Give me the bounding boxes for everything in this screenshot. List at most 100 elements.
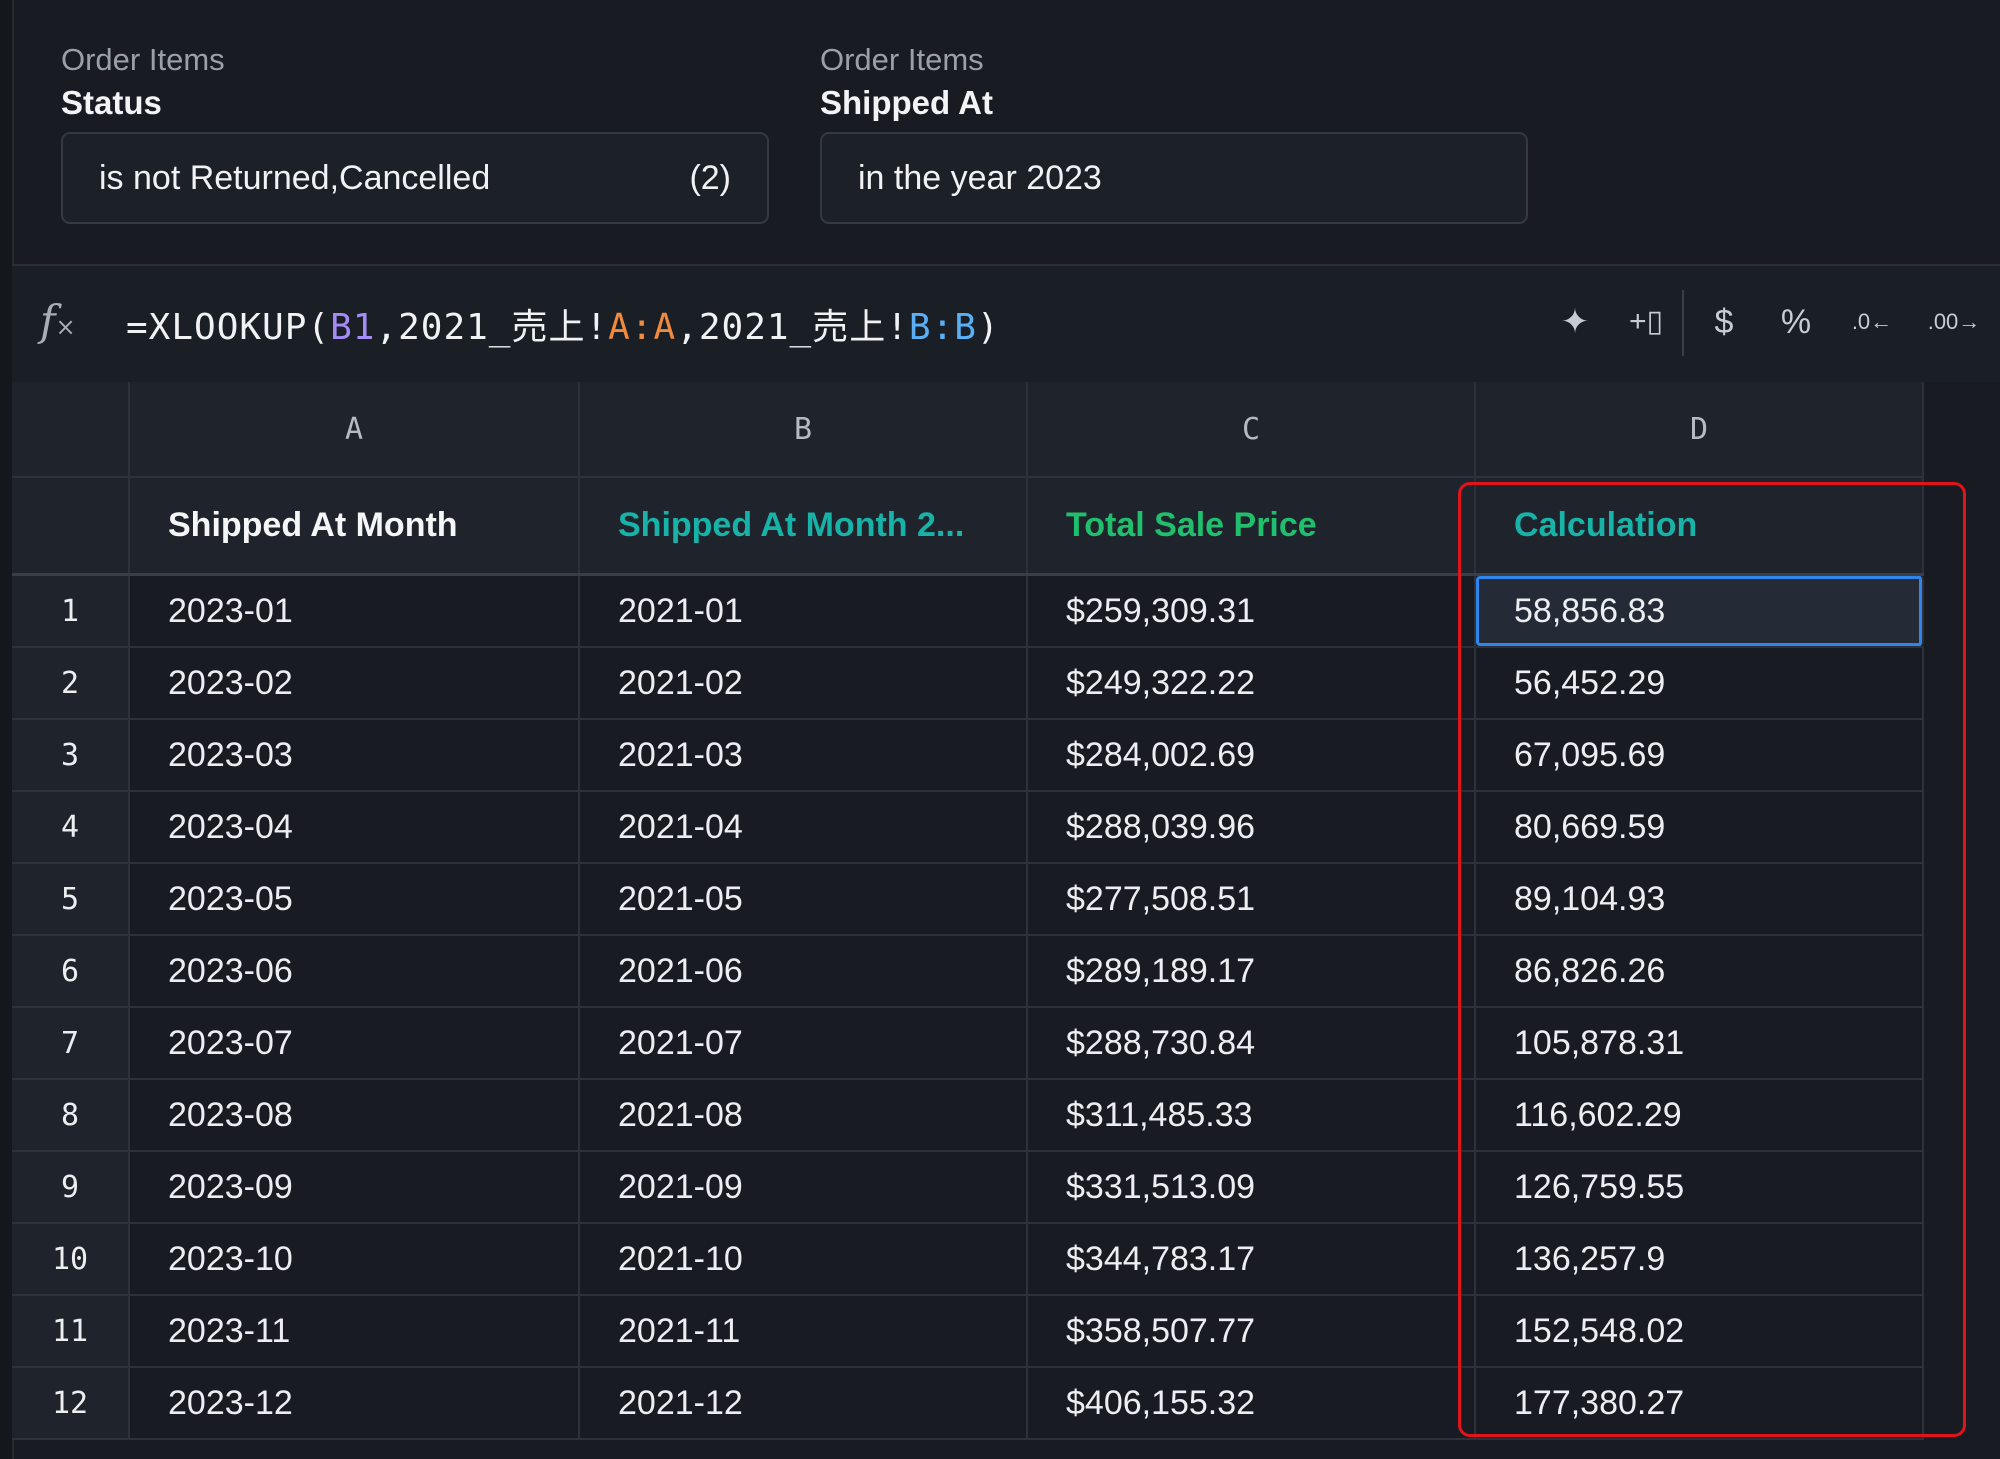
column-header-a[interactable]: A — [130, 382, 580, 476]
filter-status-value-box[interactable]: is not Returned,Cancelled (2) — [61, 132, 769, 224]
row-number[interactable]: 7 — [12, 1008, 130, 1078]
cell-d[interactable]: 105,878.31 — [1476, 1008, 1924, 1078]
table-row: 12 2023-12 2021-12 $406,155.32 177,380.27 — [12, 1368, 1924, 1440]
corner-cell[interactable] — [12, 382, 130, 476]
cell-a[interactable]: 2023-12 — [130, 1368, 580, 1438]
cell-c[interactable]: $358,507.77 — [1028, 1296, 1476, 1366]
cell-c[interactable]: $259,309.31 — [1028, 576, 1476, 646]
field-header-calculation[interactable]: Calculation — [1476, 478, 1924, 573]
field-header-total-sale-price[interactable]: Total Sale Price — [1028, 478, 1476, 573]
row-number[interactable]: 5 — [12, 864, 130, 934]
filter-value: is not Returned,Cancelled — [99, 159, 491, 197]
table-row: 7 2023-07 2021-07 $288,730.84 105,878.31 — [12, 1008, 1924, 1080]
percent-format-icon[interactable]: % — [1772, 294, 1820, 350]
cell-d[interactable]: 86,826.26 — [1476, 936, 1924, 1006]
cell-d[interactable]: 80,669.59 — [1476, 792, 1924, 862]
decrease-decimal-icon[interactable]: .0← — [1840, 294, 1904, 350]
currency-format-icon[interactable]: $ — [1700, 294, 1748, 350]
formula-bar: f× =XLOOKUP(B1,2021_売上!A:A,2021_売上!B:B) … — [12, 266, 2000, 382]
cell-d[interactable]: 67,095.69 — [1476, 720, 1924, 790]
cell-b[interactable]: 2021-11 — [580, 1296, 1028, 1366]
formula-ref-b1: B1 — [330, 307, 376, 348]
column-header-d[interactable]: D — [1476, 382, 1924, 476]
cell-a[interactable]: 2023-07 — [130, 1008, 580, 1078]
row-number[interactable]: 10 — [12, 1224, 130, 1294]
formula-input[interactable]: =XLOOKUP(B1,2021_売上!A:A,2021_売上!B:B) — [126, 298, 1000, 350]
cell-b[interactable]: 2021-07 — [580, 1008, 1028, 1078]
cell-a[interactable]: 2023-10 — [130, 1224, 580, 1294]
row-number[interactable]: 9 — [12, 1152, 130, 1222]
cell-c[interactable]: $344,783.17 — [1028, 1224, 1476, 1294]
cell-a[interactable]: 2023-05 — [130, 864, 580, 934]
cell-a[interactable]: 2023-11 — [130, 1296, 580, 1366]
table-row: 1 2023-01 2021-01 $259,309.31 58,856.83 — [12, 576, 1924, 648]
cell-d[interactable]: 58,856.83 — [1476, 576, 1924, 646]
cell-d[interactable]: 116,602.29 — [1476, 1080, 1924, 1150]
cell-d[interactable]: 136,257.9 — [1476, 1224, 1924, 1294]
cell-b[interactable]: 2021-09 — [580, 1152, 1028, 1222]
cell-c[interactable]: $288,730.84 — [1028, 1008, 1476, 1078]
filter-shipped-at-value-box[interactable]: in the year 2023 — [820, 132, 1528, 224]
cell-c[interactable]: $289,189.17 — [1028, 936, 1476, 1006]
row-number[interactable]: 11 — [12, 1296, 130, 1366]
cell-b[interactable]: 2021-08 — [580, 1080, 1028, 1150]
cell-c[interactable]: $331,513.09 — [1028, 1152, 1476, 1222]
cell-b[interactable]: 2021-06 — [580, 936, 1028, 1006]
insert-column-icon[interactable]: +▯ — [1618, 294, 1674, 350]
cell-b[interactable]: 2021-10 — [580, 1224, 1028, 1294]
cell-a[interactable]: 2023-04 — [130, 792, 580, 862]
increase-decimal-icon[interactable]: .00→ — [1914, 294, 1994, 350]
cell-d[interactable]: 56,452.29 — [1476, 648, 1924, 718]
formula-part: ,2021_売上! — [676, 307, 909, 348]
sparkle-icon[interactable]: ✦ — [1550, 294, 1600, 350]
field-header-row: Shipped At Month Shipped At Month 2... T… — [12, 478, 1924, 576]
cell-a[interactable]: 2023-08 — [130, 1080, 580, 1150]
cell-c[interactable]: $284,002.69 — [1028, 720, 1476, 790]
field-header-shipped-at-month[interactable]: Shipped At Month — [130, 478, 580, 573]
table-row: 9 2023-09 2021-09 $331,513.09 126,759.55 — [12, 1152, 1924, 1224]
row-number[interactable]: 12 — [12, 1368, 130, 1438]
formula-ref-a-range: A:A — [608, 307, 677, 348]
row-number[interactable]: 4 — [12, 792, 130, 862]
filter-status: Order Items Status is not Returned,Cance… — [61, 40, 769, 224]
row-number[interactable]: 3 — [12, 720, 130, 790]
filter-field-label: Shipped At — [820, 84, 993, 121]
filter-shipped-at: Order Items Shipped At in the year 2023 — [820, 40, 1528, 224]
row-number[interactable]: 8 — [12, 1080, 130, 1150]
cell-d[interactable]: 126,759.55 — [1476, 1152, 1924, 1222]
cell-c[interactable]: $277,508.51 — [1028, 864, 1476, 934]
filter-field-label: Status — [61, 84, 162, 121]
cell-a[interactable]: 2023-09 — [130, 1152, 580, 1222]
table-row: 5 2023-05 2021-05 $277,508.51 89,104.93 — [12, 864, 1924, 936]
cell-d[interactable]: 89,104.93 — [1476, 864, 1924, 934]
cell-b[interactable]: 2021-05 — [580, 864, 1028, 934]
cell-b[interactable]: 2021-12 — [580, 1368, 1028, 1438]
cell-b[interactable]: 2021-02 — [580, 648, 1028, 718]
cell-c[interactable]: $249,322.22 — [1028, 648, 1476, 718]
table-row: 2 2023-02 2021-02 $249,322.22 56,452.29 — [12, 648, 1924, 720]
field-header-gutter — [12, 478, 130, 573]
cell-d[interactable]: 177,380.27 — [1476, 1368, 1924, 1438]
cell-d[interactable]: 152,548.02 — [1476, 1296, 1924, 1366]
table-row: 11 2023-11 2021-11 $358,507.77 152,548.02 — [12, 1296, 1924, 1368]
cell-a[interactable]: 2023-02 — [130, 648, 580, 718]
cell-a[interactable]: 2023-06 — [130, 936, 580, 1006]
cell-a[interactable]: 2023-01 — [130, 576, 580, 646]
cell-c[interactable]: $288,039.96 — [1028, 792, 1476, 862]
filter-count-badge: (2) — [689, 159, 731, 197]
row-number[interactable]: 1 — [12, 576, 130, 646]
field-header-shipped-at-month-2[interactable]: Shipped At Month 2... — [580, 478, 1028, 573]
column-header-c[interactable]: C — [1028, 382, 1476, 476]
cell-c[interactable]: $406,155.32 — [1028, 1368, 1476, 1438]
row-number[interactable]: 2 — [12, 648, 130, 718]
cell-b[interactable]: 2021-04 — [580, 792, 1028, 862]
toolbar-divider — [1682, 290, 1684, 356]
table-row: 3 2023-03 2021-03 $284,002.69 67,095.69 — [12, 720, 1924, 792]
row-number[interactable]: 6 — [12, 936, 130, 1006]
cell-c[interactable]: $311,485.33 — [1028, 1080, 1476, 1150]
cell-b[interactable]: 2021-01 — [580, 576, 1028, 646]
formula-part: =XLOOKUP( — [126, 307, 331, 348]
cell-b[interactable]: 2021-03 — [580, 720, 1028, 790]
column-header-b[interactable]: B — [580, 382, 1028, 476]
cell-a[interactable]: 2023-03 — [130, 720, 580, 790]
